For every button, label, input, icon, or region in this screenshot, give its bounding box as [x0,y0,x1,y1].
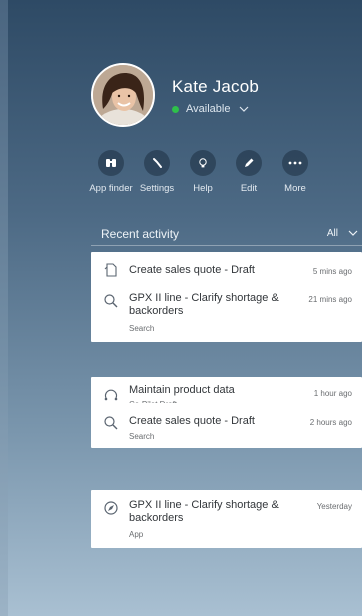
item-time: Yesterday [316,502,352,511]
filter-label: All [326,228,338,239]
pencil-icon [236,150,262,176]
item-time: 21 mins ago [308,295,352,304]
item-time: 2 hours ago [309,418,352,427]
item-time: 1 hour ago [313,389,352,398]
list-item[interactable]: GPX II line - Clarify shortage & backord… [91,490,362,548]
copilot-icon [103,387,119,403]
list-item[interactable]: Create sales quote - Draft Search 2 hour… [91,403,362,448]
search-icon [103,415,119,431]
item-title: Create sales quote - Draft [129,264,255,276]
more-label: More [284,183,306,194]
recent-activity-filter[interactable]: All [327,228,358,239]
background-app-strip [0,0,8,616]
lightbulb-icon [190,150,216,176]
avatar-photo [93,65,153,125]
item-title: GPX II line - Clarify shortage & backord… [129,499,279,524]
list-item[interactable]: GPX II line - Clarify shortage & backord… [91,281,362,342]
item-type: Search [129,324,155,333]
more-dots-icon [282,150,308,176]
me-area-panel: Kate Jacob Available App finder Settings… [8,0,362,616]
more-button[interactable]: More [267,150,323,194]
item-time: 5 mins ago [312,267,352,276]
status-indicator-icon [172,105,179,113]
compass-icon [103,500,119,516]
recent-activity-header: Recent activity All [91,222,362,246]
status-selector[interactable]: Available [172,103,249,115]
item-title: Create sales quote - Draft [129,415,255,427]
search-icon [103,293,119,309]
app-document-icon [103,262,119,278]
item-type: Search [129,432,155,441]
item-title: GPX II line - Clarify shortage & backord… [129,292,279,317]
binoculars-icon [98,150,124,176]
wrench-icon [144,150,170,176]
avatar[interactable] [91,63,155,127]
item-type: App [129,530,144,539]
chevron-down-icon [239,104,249,115]
chevron-down-icon [348,228,358,239]
item-title: Maintain product data [129,384,235,396]
user-name: Kate Jacob [172,77,260,96]
recent-activity-title: Recent activity [101,227,180,241]
status-label: Available [186,103,231,115]
